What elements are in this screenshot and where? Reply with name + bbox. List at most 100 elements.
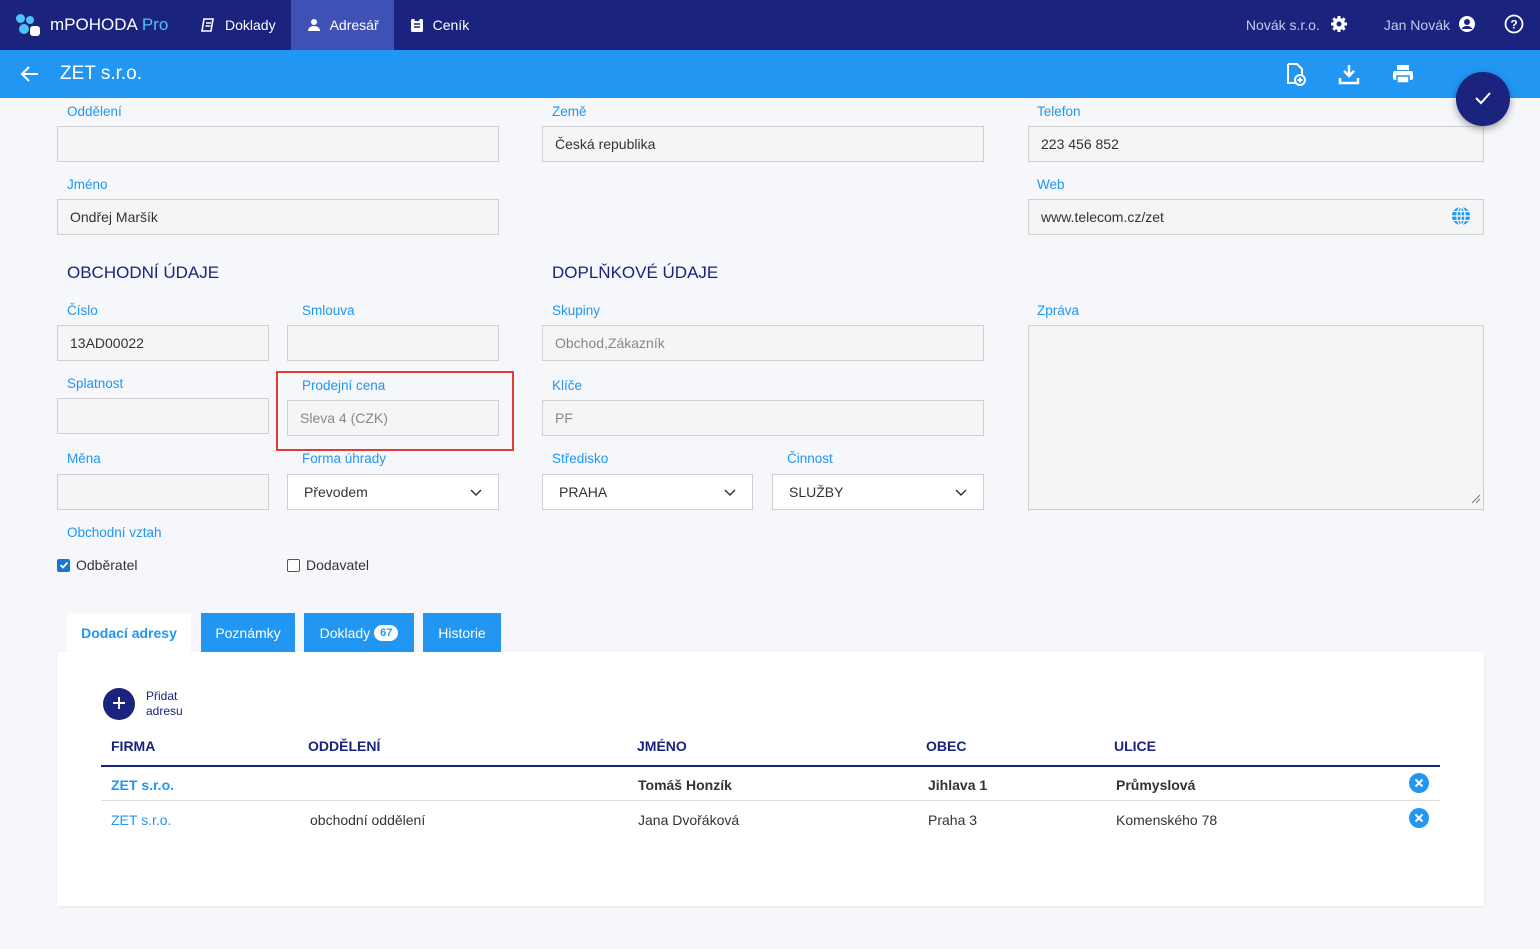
zeme-label: Země [552,104,587,119]
obchodni-vztah-label: Obchodní vztah [67,525,162,540]
zprava-textarea[interactable] [1028,325,1484,510]
user-name[interactable]: Jan Novák [1384,17,1450,33]
top-navbar: mPOHODA Pro Doklady Adresář Ceník Novák … [0,0,1540,50]
dodavatel-label: Dodavatel [306,557,370,573]
cinnost-select[interactable]: SLUŽBY [772,474,984,510]
telefon-field[interactable]: 223 456 852 [1028,126,1484,162]
download-icon[interactable] [1336,61,1362,87]
row2-obec: Praha 3 [928,812,978,828]
brand[interactable]: mPOHODA Pro [0,0,186,50]
oddeleni-field[interactable] [57,126,499,162]
web-field[interactable]: www.telecom.cz/zet [1028,199,1484,235]
tab-poznamky[interactable]: Poznámky [201,613,295,652]
splatnost-label: Splatnost [67,376,124,391]
zeme-field[interactable]: Česká republika [542,126,984,162]
row-divider [101,800,1440,801]
forma-uhrady-value: Převodem [304,484,368,500]
oddeleni-label: Oddělení [67,104,122,119]
column-header-ulice[interactable]: ULICE [1114,738,1156,754]
addresses-panel [57,652,1484,906]
row2-firma[interactable]: ZET s.r.o. [111,812,171,828]
cinnost-label: Činnost [787,451,833,466]
delete-row-icon[interactable] [1409,808,1429,828]
account-icon[interactable] [1458,15,1476,36]
forma-uhrady-label: Forma úhrady [302,451,387,466]
cislo-label: Číslo [67,303,98,318]
stredisko-label: Středisko [552,451,609,466]
telefon-label: Telefon [1037,104,1081,119]
jmeno-label: Jméno [67,177,108,192]
smlouva-field[interactable] [287,325,499,361]
company-name[interactable]: Novák s.r.o. [1246,17,1320,33]
stredisko-select[interactable]: PRAHA [542,474,753,510]
row2-oddeleni: obchodní oddělení [310,812,426,828]
nav-doklady[interactable]: Doklady [186,0,291,50]
documents-icon [201,17,217,33]
clipboard-icon [409,17,425,33]
row1-obec: Jihlava 1 [928,777,988,793]
web-value: www.telecom.cz/zet [1041,209,1164,225]
zprava-label: Zpráva [1037,303,1080,318]
chevron-down-icon [724,484,736,500]
row1-ulice: Průmyslová [1116,777,1196,793]
skupiny-label: Skupiny [552,303,601,318]
column-header-obec[interactable]: OBEC [926,738,966,754]
checkmark-icon [1473,88,1493,111]
tab-doklady[interactable]: Doklady 67 [304,613,414,652]
checkbox-empty-icon [287,558,300,572]
globe-icon[interactable] [1451,205,1471,229]
section-doplnkove-udaje: DOPLŇKOVÉ ÚDAJE [552,263,719,282]
checkbox-checked-icon [57,558,70,572]
row2-ulice: Komenského 78 [1116,812,1218,828]
klice-label: Klíče [552,378,583,393]
stredisko-value: PRAHA [559,484,608,500]
mena-field[interactable] [57,474,269,510]
new-document-icon[interactable] [1282,61,1308,87]
brand-edition: Pro [141,15,169,34]
print-icon[interactable] [1390,61,1416,87]
svg-text:?: ? [1510,17,1517,31]
nav-cenik-label: Ceník [432,17,470,33]
delete-row-icon[interactable] [1409,773,1429,793]
tab-dodaci-adresy[interactable]: Dodací adresy [67,613,191,653]
person-icon [306,17,322,33]
resize-handle-icon[interactable] [1469,491,1481,507]
plus-icon [112,696,126,713]
prodejni-cena-field[interactable]: Sleva 4 (CZK) [287,400,499,436]
chevron-down-icon [470,484,482,500]
mena-label: Měna [67,451,101,466]
skupiny-field[interactable]: Obchod,Zákazník [542,325,984,361]
column-header-oddeleni[interactable]: ODDĚLENÍ [308,738,380,754]
row1-firma[interactable]: ZET s.r.o. [111,777,174,793]
tab-historie[interactable]: Historie [423,613,501,652]
column-header-jmeno[interactable]: JMÉNO [637,738,687,754]
doklady-count-badge: 67 [374,624,399,641]
nav-adresar[interactable]: Adresář [290,0,394,50]
cinnost-value: SLUŽBY [789,484,844,500]
splatnost-field[interactable] [57,398,269,434]
smlouva-label: Smlouva [302,303,355,318]
klice-field[interactable]: PF [542,400,984,436]
back-arrow-icon[interactable] [20,64,40,84]
add-address-label[interactable]: Přidat adresu [146,689,206,719]
record-titlebar: ZET s.r.o. [0,50,1540,98]
help-icon[interactable]: ? [1504,14,1524,37]
pohoda-logo-icon [16,14,42,36]
save-fab-button[interactable] [1456,72,1510,126]
prodejni-cena-label: Prodejní cena [302,378,386,393]
cislo-field[interactable]: 13AD00022 [57,325,269,361]
nav-cenik[interactable]: Ceník [394,0,485,50]
row1-jmeno: Tomáš Honzík [638,777,732,793]
brand-name: mPOHODA [50,15,138,34]
gear-icon[interactable] [1330,15,1348,36]
odberatel-checkbox[interactable]: Odběratel [57,557,137,573]
record-title: ZET s.r.o. [60,63,143,84]
tab-doklady-label: Doklady [319,624,371,641]
column-header-firma[interactable]: FIRMA [111,738,155,754]
dodavatel-checkbox[interactable]: Dodavatel [287,557,369,573]
jmeno-field[interactable]: Ondřej Maršík [57,199,499,235]
forma-uhrady-select[interactable]: Převodem [287,474,499,510]
section-obchodni-udaje: OBCHODNÍ ÚDAJE [67,263,220,282]
add-address-button[interactable] [103,688,135,720]
odberatel-label: Odběratel [76,557,138,573]
